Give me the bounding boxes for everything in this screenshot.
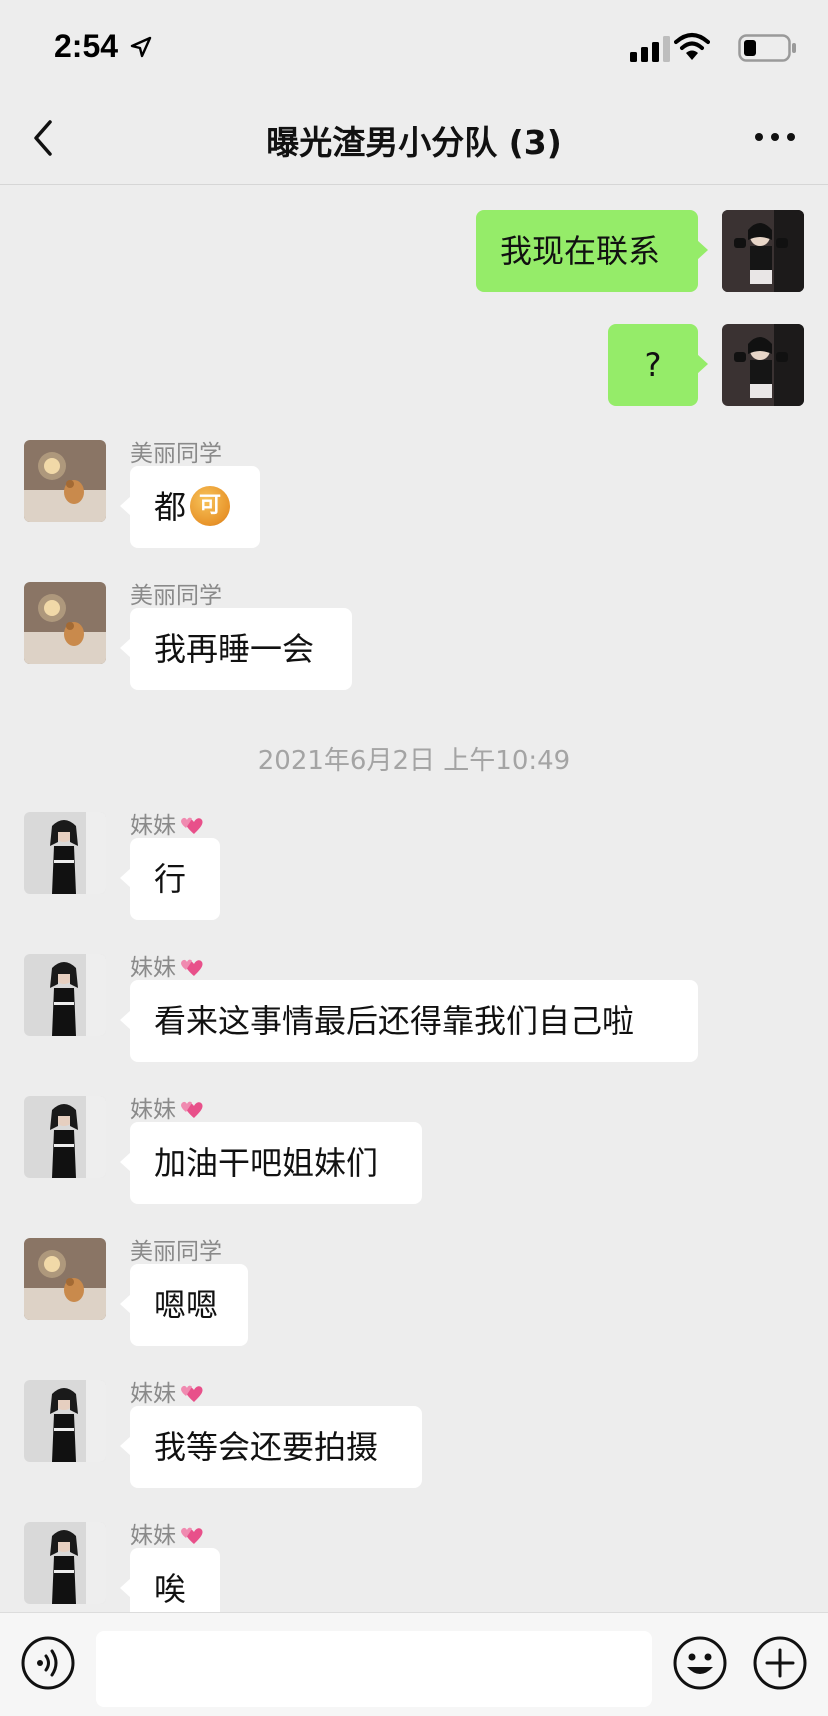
status-time: 2:54 xyxy=(54,28,119,64)
sender-name: 美丽同学 xyxy=(130,583,222,609)
sender-avatar-meimei[interactable] xyxy=(24,1380,106,1462)
sender-name: 妹妹 xyxy=(130,1516,206,1550)
input-bar xyxy=(0,1612,828,1716)
sender-name: 妹妹 xyxy=(130,1374,206,1408)
sender-name: 妹妹 xyxy=(130,806,206,840)
chat-screen: 2:54 曝光渣男小分队 (3) 我现在联系 ? 美丽同学 都 可 美丽同学 我… xyxy=(0,0,828,1716)
message-bubble-incoming[interactable]: 嗯嗯 xyxy=(120,1264,248,1346)
chat-title: 曝光渣男小分队 (3) xyxy=(266,123,562,162)
status-bar: 2:54 xyxy=(0,0,828,92)
sender-avatar-meimei[interactable] xyxy=(24,954,106,1036)
wifi-icon xyxy=(674,33,710,60)
location-arrow-icon xyxy=(130,36,152,58)
heart-icon xyxy=(181,959,203,976)
sender-name: 妹妹 xyxy=(130,1090,206,1124)
message-bubble-incoming[interactable]: 我等会还要拍摄 xyxy=(120,1406,422,1488)
sender-avatar-meimei[interactable] xyxy=(24,1522,106,1604)
message-bubble-outgoing[interactable]: 我现在联系 xyxy=(476,210,708,292)
battery-icon xyxy=(738,34,796,62)
my-avatar[interactable] xyxy=(722,324,804,406)
sender-avatar-meili[interactable] xyxy=(24,1238,106,1320)
signal-icon xyxy=(630,36,670,62)
sender-name: 美丽同学 xyxy=(130,441,222,467)
chat-timestamp: 2021年6月2日 上午10:49 xyxy=(257,746,571,776)
emoji-smiley-icon[interactable] xyxy=(672,1635,728,1691)
plus-circle-icon[interactable] xyxy=(752,1635,808,1691)
emoji-ke-icon: 可 xyxy=(190,486,231,526)
my-avatar[interactable] xyxy=(722,210,804,292)
more-options-icon[interactable] xyxy=(752,122,798,152)
message-bubble-incoming[interactable]: 看来这事情最后还得靠我们自己啦 xyxy=(120,980,698,1062)
sender-avatar-meimei[interactable] xyxy=(24,812,106,894)
heart-icon xyxy=(181,1101,203,1118)
voice-icon[interactable] xyxy=(20,1635,76,1691)
heart-icon xyxy=(181,817,203,834)
message-input[interactable] xyxy=(96,1631,652,1707)
message-text: 都 xyxy=(154,488,187,526)
message-bubble-incoming[interactable]: 我再睡一会 xyxy=(120,608,352,690)
sender-name: 妹妹 xyxy=(130,948,206,982)
sender-name: 美丽同学 xyxy=(130,1239,222,1265)
sender-avatar-meili[interactable] xyxy=(24,582,106,664)
message-bubble-incoming[interactable]: 行 xyxy=(120,838,220,920)
message-bubble-outgoing[interactable]: ? xyxy=(608,324,708,406)
message-bubble-incoming[interactable]: 加油干吧姐妹们 xyxy=(120,1122,422,1204)
nav-bar: 曝光渣男小分队 (3) xyxy=(0,92,828,185)
heart-icon xyxy=(181,1385,203,1402)
message-bubble-incoming[interactable]: 都可 xyxy=(120,466,260,548)
sender-avatar-meili[interactable] xyxy=(24,440,106,522)
heart-icon xyxy=(181,1527,203,1544)
sender-avatar-meimei[interactable] xyxy=(24,1096,106,1178)
